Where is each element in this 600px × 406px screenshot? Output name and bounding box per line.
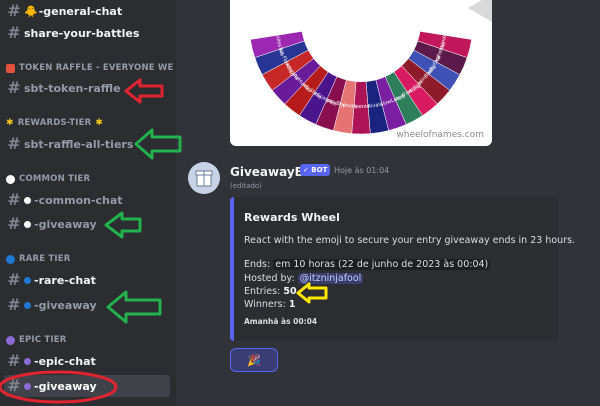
channel-common-chat[interactable]: # -common-chat <box>4 189 170 211</box>
embed-entries-line: Entries: 50 <box>244 286 297 297</box>
category-label: EPIC TIER <box>19 335 67 345</box>
wheel-of-names: ScoreindeingDawgholderScoobyDooGremlinBl… <box>250 0 492 135</box>
giveaway-embed: Rewards Wheel React with the emoji to se… <box>230 197 575 341</box>
hash-icon: # <box>7 270 21 289</box>
wheel-pointer <box>468 0 492 22</box>
channel-sidebar: # 🐥 -general-chat # share-your-battles T… <box>0 0 176 406</box>
white-circle-icon <box>24 196 31 204</box>
reaction-button[interactable]: 🎉 <box>230 348 278 372</box>
category-label: COMMON TIER <box>19 174 91 184</box>
ends-label: Ends: <box>244 259 271 270</box>
channel-sbt-raffle-all-tiers[interactable]: # sbt-raffle-all-tiers <box>4 133 170 155</box>
channel-label: -giveaway <box>34 217 97 231</box>
sparkle-icon: ✱ <box>6 118 14 128</box>
hash-icon: # <box>7 1 21 20</box>
entries-label: Entries: <box>244 286 281 297</box>
party-popper-icon: 🎉 <box>247 353 261 367</box>
blue-circle-icon <box>6 254 15 264</box>
purple-circle-icon <box>24 357 31 365</box>
category-label: REWARDS-TIER <box>17 118 92 128</box>
channel-share-your-battles[interactable]: # share-your-battles <box>4 22 170 44</box>
white-circle-icon <box>24 220 31 228</box>
channel-label: sbt-raffle-all-tiers <box>24 137 134 151</box>
channel-common-giveaway[interactable]: # -giveaway <box>4 213 170 235</box>
embed-title: Rewards Wheel <box>244 211 340 224</box>
entries-value: 50 <box>283 286 297 297</box>
hash-icon: # <box>7 214 21 233</box>
hash-icon: # <box>7 376 21 395</box>
winners-label: Winners: <box>244 299 286 310</box>
sparkle-icon: ✱ <box>95 118 104 128</box>
hash-icon: # <box>7 134 21 153</box>
winners-value: 1 <box>288 299 296 310</box>
channel-label: -epic-chat <box>34 354 96 368</box>
category-rewards-tier[interactable]: ✱ REWARDS-TIER ✱ <box>6 116 174 130</box>
channel-label: -general-chat <box>38 4 123 18</box>
channel-epic-chat[interactable]: # -epic-chat <box>4 350 170 372</box>
blue-circle-icon <box>24 276 31 284</box>
host-mention[interactable]: @itzninjafool <box>297 273 364 284</box>
embed-description: React with the emoji to secure your entr… <box>244 235 576 246</box>
hash-icon: # <box>7 351 21 370</box>
embed-winners-line: Winners: 1 <box>244 299 295 310</box>
wheel-image[interactable]: Scoreindeing Dawgholder ScoobyDoo GremlinBl… <box>230 0 492 146</box>
category-rare-tier[interactable]: RARE TIER <box>6 252 174 266</box>
category-label: TOKEN RAFFLE - EVERYONE WE... <box>19 63 174 73</box>
embed-hosted-line: Hosted by: @itzninjafool <box>244 273 364 284</box>
channel-label: sbt-token-raffle <box>24 81 121 95</box>
avatar[interactable] <box>188 162 220 194</box>
hosted-label: Hosted by: <box>244 273 295 284</box>
message-area: Scoreindeing Dawgholder ScoobyDoo GremlinBl… <box>176 0 600 406</box>
category-common-tier[interactable]: COMMON TIER <box>6 172 174 186</box>
channel-general-chat[interactable]: # 🐥 -general-chat <box>4 0 170 22</box>
edited-label: (editado) <box>230 182 262 190</box>
wheel-credit: wheelofnames.com <box>396 130 484 140</box>
hash-icon: # <box>7 190 21 209</box>
ends-relative: em 10 horas (22 de junho de 2023 às 00:0… <box>273 259 491 270</box>
category-label: RARE TIER <box>19 254 71 264</box>
channel-rare-chat[interactable]: # -rare-chat <box>4 269 170 291</box>
channel-label: -giveaway <box>34 298 97 312</box>
channel-sbt-token-raffle[interactable]: # sbt-token-raffle <box>4 77 170 99</box>
channel-rare-giveaway[interactable]: # -giveaway <box>4 294 170 316</box>
channel-label: -common-chat <box>34 193 123 207</box>
purple-circle-icon <box>24 382 31 390</box>
blue-circle-icon <box>24 301 31 309</box>
giveaway-bot-avatar <box>195 170 213 187</box>
embed-footer: Amanhã às 00:04 <box>244 317 318 326</box>
message-timestamp: Hoje às 01:04 <box>334 166 390 175</box>
category-epic-tier[interactable]: EPIC TIER <box>6 333 174 347</box>
ticket-icon <box>6 63 15 73</box>
bot-badge: ✓ BOT <box>300 164 331 176</box>
hash-icon: # <box>7 23 21 42</box>
channel-label: share-your-battles <box>24 26 140 40</box>
channel-label: -rare-chat <box>34 273 96 287</box>
hash-icon: # <box>7 295 21 314</box>
white-circle-icon <box>6 174 15 184</box>
category-token-raffle[interactable]: TOKEN RAFFLE - EVERYONE WE... <box>6 61 174 75</box>
embed-ends-line: Ends: em 10 horas (22 de junho de 2023 à… <box>244 259 491 270</box>
chick-emoji: 🐥 <box>24 4 38 18</box>
channel-label: -giveaway <box>34 379 97 393</box>
purple-circle-icon <box>6 335 15 345</box>
hash-icon: # <box>7 78 21 97</box>
channel-epic-giveaway[interactable]: # -giveaway <box>4 375 170 397</box>
